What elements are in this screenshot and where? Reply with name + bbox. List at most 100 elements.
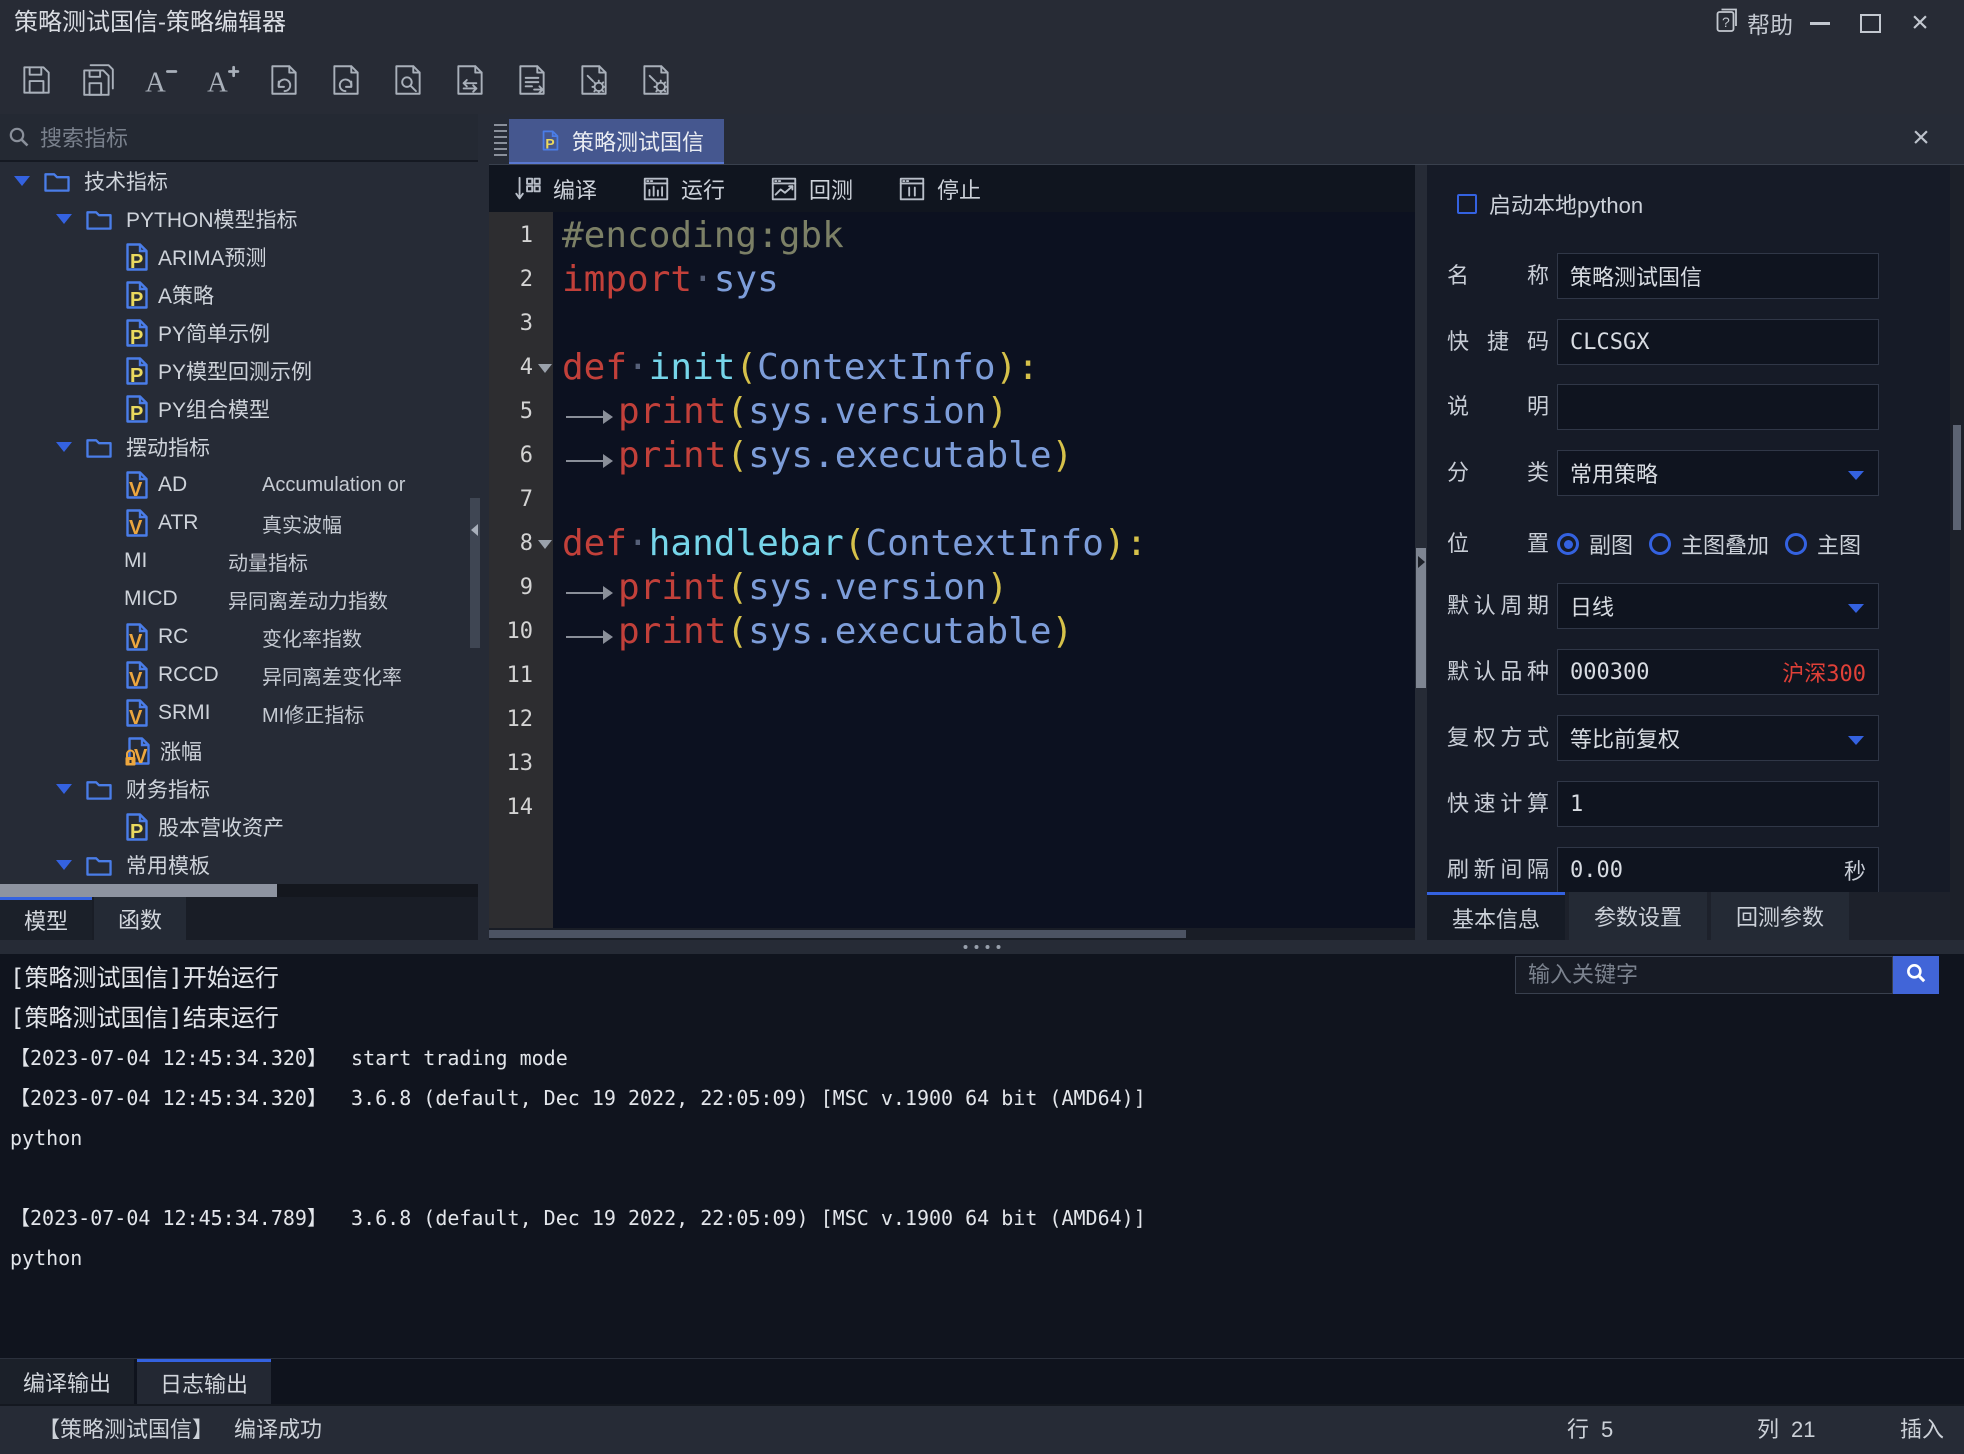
right-splitter-handle[interactable]	[1416, 548, 1426, 688]
code-editor[interactable]: 1234567891011121314 #encoding:gbkimport·…	[489, 212, 1415, 928]
save-as-button[interactable]	[76, 56, 120, 104]
search-button[interactable]	[1893, 956, 1939, 994]
horizontal-splitter[interactable]	[0, 940, 1964, 954]
editor-hscroll-thumb[interactable]	[489, 930, 1186, 938]
run-button[interactable]: 运行	[641, 173, 725, 205]
period-label: 默认周期	[1447, 582, 1549, 630]
help-icon: ?	[1713, 6, 1739, 40]
symbol-input[interactable]: 000300 沪深300	[1557, 649, 1879, 695]
chevron-down-icon	[1848, 604, 1864, 613]
stop-button[interactable]: 停止	[897, 173, 981, 205]
close-button[interactable]: ×	[1898, 0, 1942, 46]
tree-item-技术指标[interactable]: 技术指标	[0, 162, 478, 200]
run-icon	[641, 174, 671, 204]
fast-calc-input[interactable]	[1557, 781, 1879, 827]
keyword-input[interactable]	[1515, 956, 1893, 994]
tree-item-常用模板[interactable]: 常用模板	[0, 846, 478, 884]
main-toolbar: AA	[0, 46, 1964, 114]
tree-item-SRMI[interactable]: VSRMIMI修正指标	[0, 694, 478, 732]
description-input[interactable]	[1557, 384, 1879, 430]
sidebar-tab-0[interactable]: 模型	[0, 897, 92, 940]
tree-item-MICD[interactable]: MICD异同离差动力指数	[0, 580, 478, 618]
radio-sub-chart[interactable]: 副图	[1557, 528, 1633, 560]
tree-item-涨幅[interactable]: V涨幅	[0, 732, 478, 770]
editor-tab[interactable]: P 策略测试国信	[509, 119, 724, 164]
indicator-search[interactable]: 搜索指标	[0, 114, 478, 162]
radio-main-chart[interactable]: 主图	[1785, 528, 1861, 560]
inspector-tab-2[interactable]: 回测参数	[1711, 892, 1849, 940]
tree-item-AD[interactable]: VADAccumulation or	[0, 466, 478, 504]
code-line	[553, 654, 1415, 698]
import-export-button[interactable]	[448, 56, 492, 104]
fold-icon[interactable]	[538, 540, 552, 549]
period-select[interactable]: 日线	[1557, 583, 1879, 629]
redo-button[interactable]	[324, 56, 368, 104]
folder-icon	[84, 853, 114, 878]
status-strategy-name: 【策略测试国信】	[38, 1406, 214, 1454]
find-in-file-button[interactable]	[386, 56, 430, 104]
font-increase-button[interactable]: A	[200, 56, 244, 104]
tree-item-A策略[interactable]: PA策略	[0, 276, 478, 314]
inspector-tab-0[interactable]: 基本信息	[1427, 892, 1565, 940]
sidebar-hscroll-thumb[interactable]	[0, 884, 277, 897]
undo-button[interactable]	[262, 56, 306, 104]
python-file-icon: P	[541, 129, 560, 152]
tree-item-MI[interactable]: MI动量指标	[0, 542, 478, 580]
tree-item-PY简单示例[interactable]: PPY简单示例	[0, 314, 478, 352]
backtest-icon	[769, 174, 799, 204]
tree-item-desc: Accumulation or	[262, 474, 405, 497]
sidebar-tab-1[interactable]: 函数	[94, 897, 186, 940]
name-input[interactable]	[1557, 253, 1879, 299]
tree-item-股本营收资产[interactable]: P股本营收资产	[0, 808, 478, 846]
strategy-settings-button[interactable]	[572, 56, 616, 104]
symbol-tag: 沪深300	[1782, 656, 1866, 688]
code-line	[553, 742, 1415, 786]
tree-item-PY模型回测示例[interactable]: PPY模型回测示例	[0, 352, 478, 390]
save-button[interactable]	[14, 56, 58, 104]
svg-text:V: V	[134, 746, 148, 766]
expander-down-icon[interactable]	[14, 176, 30, 186]
inspector-tab-1[interactable]: 参数设置	[1569, 892, 1707, 940]
tree-item-label: 技术指标	[84, 166, 168, 196]
refresh-input[interactable]: 0.00 秒	[1557, 847, 1879, 893]
run-script-button[interactable]	[510, 56, 554, 104]
tree-item-label: A策略	[158, 280, 214, 310]
svg-text:P: P	[130, 327, 143, 348]
tree-item-财务指标[interactable]: 财务指标	[0, 770, 478, 808]
help-button[interactable]: ? 帮助	[1698, 0, 1808, 46]
expander-down-icon[interactable]	[56, 784, 72, 794]
checkbox-icon[interactable]	[1457, 194, 1477, 214]
left-splitter-handle[interactable]	[470, 498, 480, 648]
code-lines[interactable]: #encoding:gbkimport·sysdef·init(ContextI…	[553, 212, 1415, 928]
local-python-checkbox[interactable]: 启动本地python	[1445, 188, 1643, 220]
radio-main-overlay[interactable]: 主图叠加	[1649, 528, 1769, 560]
compile-button[interactable]: 编译	[513, 173, 597, 205]
cursor-row: 行5	[1567, 1406, 1613, 1454]
tree-item-RC[interactable]: VRC变化率指数	[0, 618, 478, 656]
tree-item-ATR[interactable]: VATR真实波幅	[0, 504, 478, 542]
close-editor-icon[interactable]: ×	[1904, 120, 1938, 156]
expander-down-icon[interactable]	[56, 214, 72, 224]
output-tab-1[interactable]: 日志输出	[137, 1359, 271, 1404]
statusbar: 【策略测试国信】 编译成功 行5 列21 插入	[0, 1404, 1964, 1454]
maximize-button[interactable]	[1850, 0, 1890, 46]
tree-item-摆动指标[interactable]: 摆动指标	[0, 428, 478, 466]
minimize-button[interactable]	[1800, 0, 1840, 46]
tree-item-PY组合模型[interactable]: PPY组合模型	[0, 390, 478, 428]
output-tab-0[interactable]: 编译输出	[0, 1359, 134, 1404]
adjust-select[interactable]: 等比前复权	[1557, 715, 1879, 761]
category-select[interactable]: 常用策略	[1557, 450, 1879, 496]
hotkey-input[interactable]	[1557, 319, 1879, 365]
font-decrease-button[interactable]: A	[138, 56, 182, 104]
tree-item-PYTHON模型指标[interactable]: PYTHON模型指标	[0, 200, 478, 238]
fold-icon[interactable]	[538, 364, 552, 373]
expander-down-icon[interactable]	[56, 442, 72, 452]
expander-down-icon[interactable]	[56, 860, 72, 870]
backtest-settings-button[interactable]	[634, 56, 678, 104]
backtest-button[interactable]: 回测	[769, 173, 853, 205]
tabstrip-grip-icon[interactable]	[494, 124, 507, 156]
tree-item-ARIMA预测[interactable]: PARIMA预测	[0, 238, 478, 276]
inspector-vscroll-thumb[interactable]	[1953, 425, 1961, 530]
tree-item-RCCD[interactable]: VRCCD异同离差变化率	[0, 656, 478, 694]
search-icon	[8, 126, 30, 148]
